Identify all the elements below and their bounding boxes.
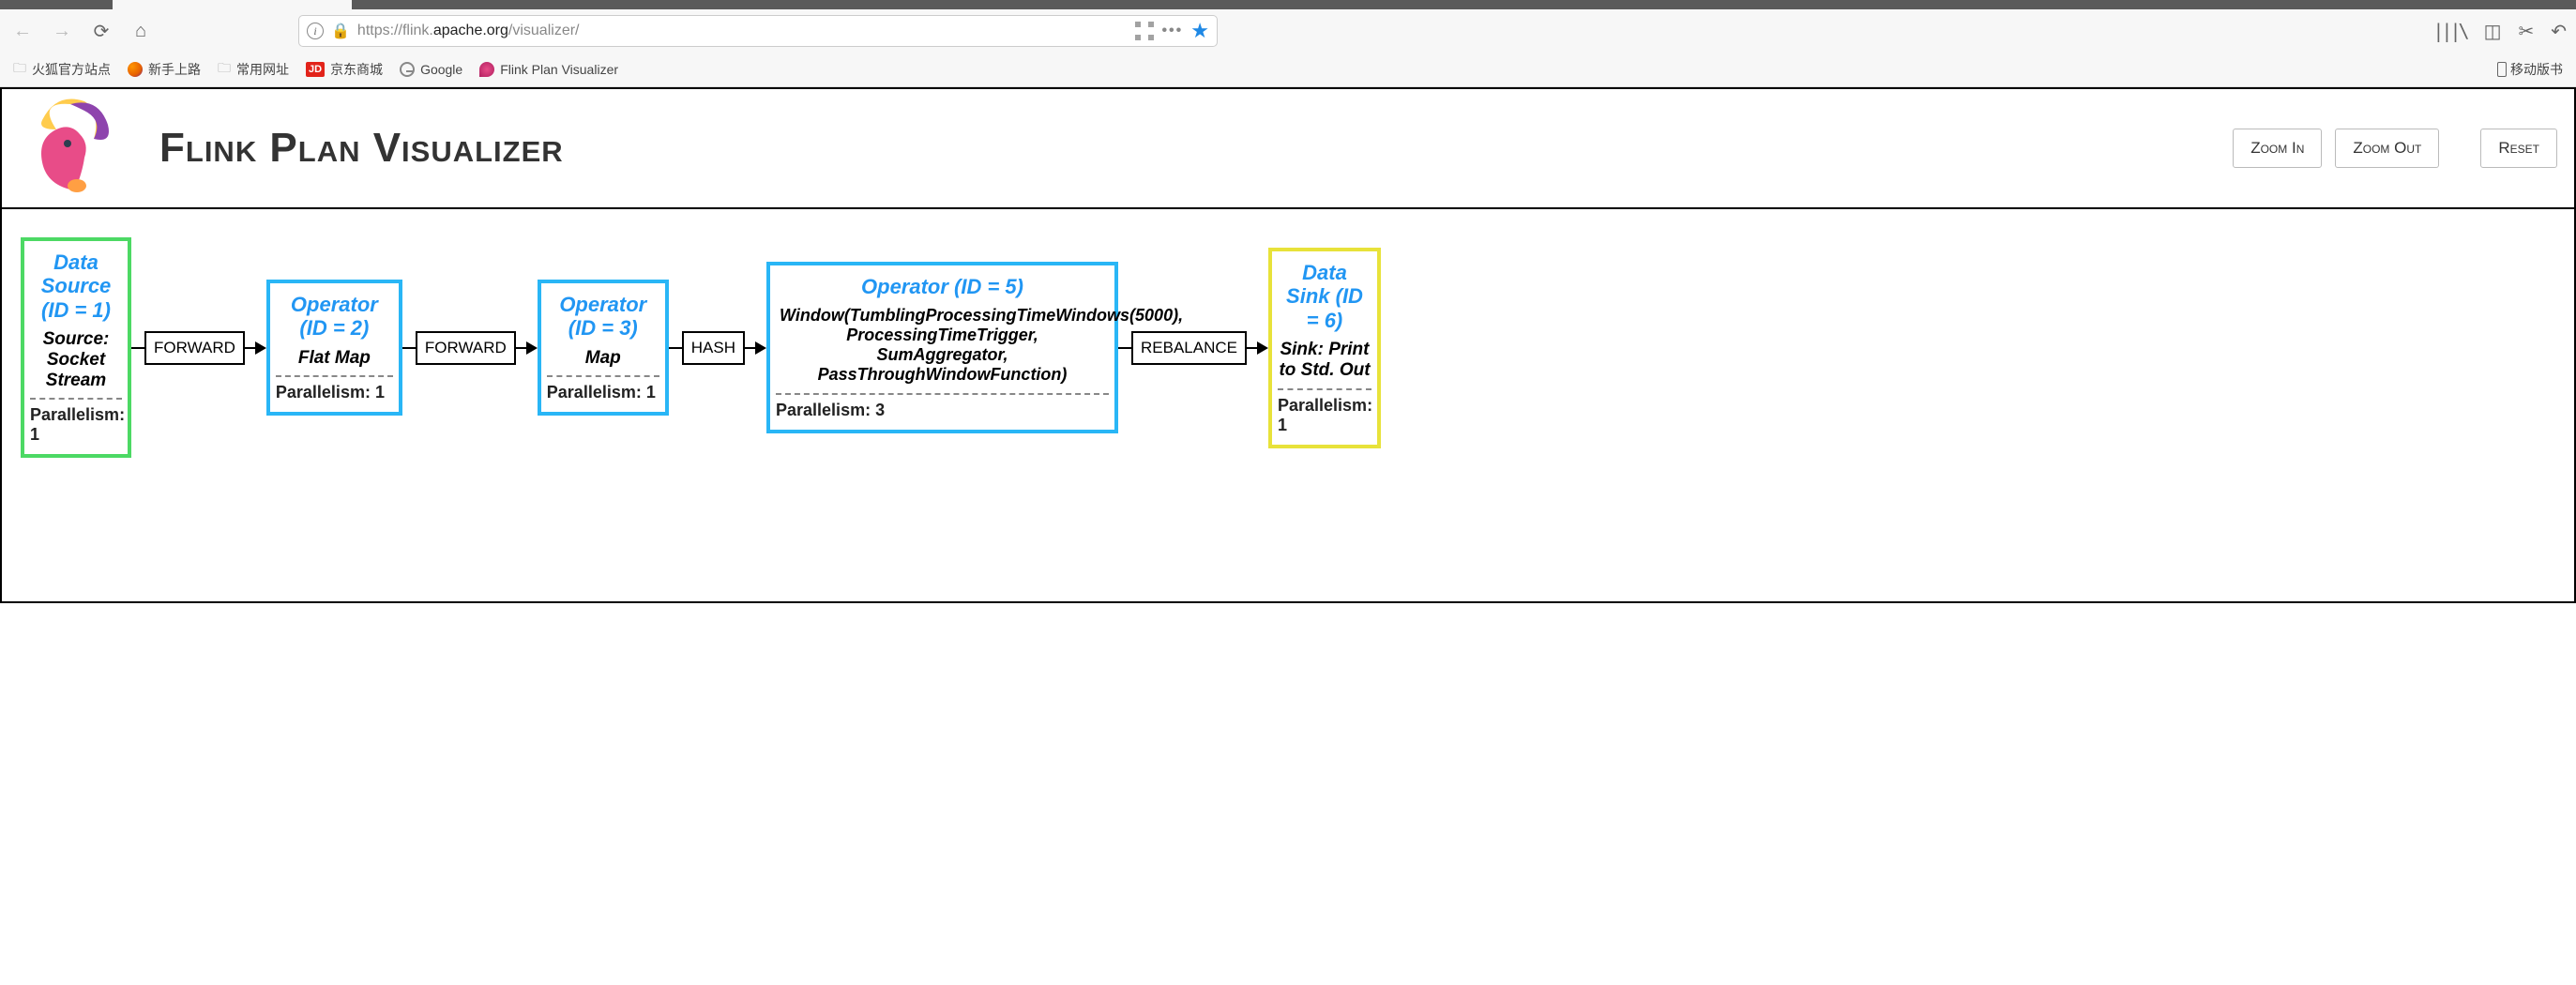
node-data-source-1[interactable]: Data Source (ID = 1) Source: Socket Stre… [21,237,131,458]
url-text: https://flink.apache.org/visualizer/ [357,23,1129,39]
node-desc: Sink: Print to Std. Out [1278,340,1371,388]
bookmark-getting-started[interactable]: 新手上路 [128,60,201,79]
reset-button[interactable]: Reset [2480,129,2557,168]
flink-icon [479,62,494,77]
library-icon[interactable]: |||\ [2432,20,2466,42]
tab-strip [0,0,2576,9]
sidebar-icon[interactable]: ◫ [2484,20,2502,43]
bookmark-google[interactable]: Google [400,62,462,77]
zoom-in-button[interactable]: Zoom In [2233,129,2322,168]
node-desc: Map [547,348,659,376]
zoom-out-button[interactable]: Zoom Out [2335,129,2439,168]
node-desc: Source: Socket Stream [30,329,122,399]
active-tab[interactable] [113,0,352,9]
node-data-sink-6[interactable]: Data Sink (ID = 6) Sink: Print to Std. O… [1268,248,1381,448]
folder-icon: 🗀 [13,58,26,81]
forward-button[interactable]: → [49,18,75,44]
firefox-icon [128,62,143,77]
node-operator-5[interactable]: Operator (ID = 5) Window(TumblingProcess… [766,262,1118,433]
arrow-icon [526,341,538,355]
site-info-icon[interactable]: i [307,23,324,39]
node-title: Operator (ID = 5) [776,275,1109,298]
toolbar-right: |||\ ◫ ✂ ↶ [2432,20,2567,43]
node-title: Operator (ID = 2) [276,293,393,341]
bookmarks-bar: 🗀火狐官方站点 新手上路 🗀常用网址 JD京东商城 Google Flink P… [0,53,2576,86]
node-parallelism: Parallelism: 1 [1278,388,1371,435]
bookmark-firefox-official[interactable]: 🗀火狐官方站点 [13,58,111,81]
folder-icon: 🗀 [218,58,231,81]
edge-rebalance: REBALANCE [1118,331,1268,365]
edge-label: FORWARD [144,331,245,365]
node-title: Data Sink (ID = 6) [1278,261,1371,332]
node-title: Data Source (ID = 1) [30,250,122,322]
screenshot-icon[interactable]: ✂ [2518,20,2534,43]
phone-icon [2497,62,2507,77]
node-title: Operator (ID = 3) [547,293,659,341]
node-parallelism: Parallelism: 1 [30,398,122,445]
bookmark-jd[interactable]: JD京东商城 [306,60,383,79]
back-button[interactable]: ← [9,18,36,44]
plan-canvas[interactable]: Data Source (ID = 1) Source: Socket Stre… [2,207,2574,601]
arrow-icon [755,341,766,355]
home-button[interactable]: ⌂ [128,18,154,44]
node-operator-3[interactable]: Operator (ID = 3) Map Parallelism: 1 [538,280,669,416]
edge-forward-2: FORWARD [402,331,538,365]
node-parallelism: Parallelism: 1 [276,375,393,402]
bookmark-flink-visualizer[interactable]: Flink Plan Visualizer [479,62,618,77]
execution-graph: Data Source (ID = 1) Source: Socket Stre… [21,237,2555,458]
browser-toolbar: ← → ⟳ ⌂ i 🔒 https://flink.apache.org/vis… [0,9,2576,53]
node-desc: Window(TumblingProcessingTimeWindows(500… [776,306,1109,393]
node-desc: Flat Map [276,348,393,376]
page-actions-icon[interactable]: ••• [1161,23,1183,39]
edge-label: HASH [682,331,745,365]
lock-icon: 🔒 [331,22,350,40]
edge-label: REBALANCE [1131,331,1247,365]
bookmark-star-icon[interactable]: ★ [1190,19,1209,43]
flink-logo [19,97,131,200]
mobile-bookmarks[interactable]: 移动版书 [2497,60,2563,79]
edge-forward-1: FORWARD [131,331,266,365]
url-bar[interactable]: i 🔒 https://flink.apache.org/visualizer/… [298,15,1218,47]
page-content: Flink Plan Visualizer Zoom In Zoom Out R… [0,87,2576,603]
bookmark-common-sites[interactable]: 🗀常用网址 [218,58,289,81]
node-parallelism: Parallelism: 3 [776,393,1109,420]
google-icon [400,62,415,77]
page-title: Flink Plan Visualizer [159,125,564,172]
edge-label: FORWARD [416,331,516,365]
arrow-icon [1257,341,1268,355]
arrow-icon [255,341,266,355]
node-parallelism: Parallelism: 1 [547,375,659,402]
edge-hash: HASH [669,331,766,365]
qr-icon[interactable] [1135,22,1154,40]
zoom-controls: Zoom In Zoom Out Reset [2233,129,2557,168]
page-header: Flink Plan Visualizer Zoom In Zoom Out R… [2,89,2574,207]
reload-button[interactable]: ⟳ [88,18,114,44]
node-operator-2[interactable]: Operator (ID = 2) Flat Map Parallelism: … [266,280,402,416]
jd-icon: JD [306,62,325,77]
undo-close-icon[interactable]: ↶ [2551,20,2567,43]
browser-chrome: ← → ⟳ ⌂ i 🔒 https://flink.apache.org/vis… [0,0,2576,87]
